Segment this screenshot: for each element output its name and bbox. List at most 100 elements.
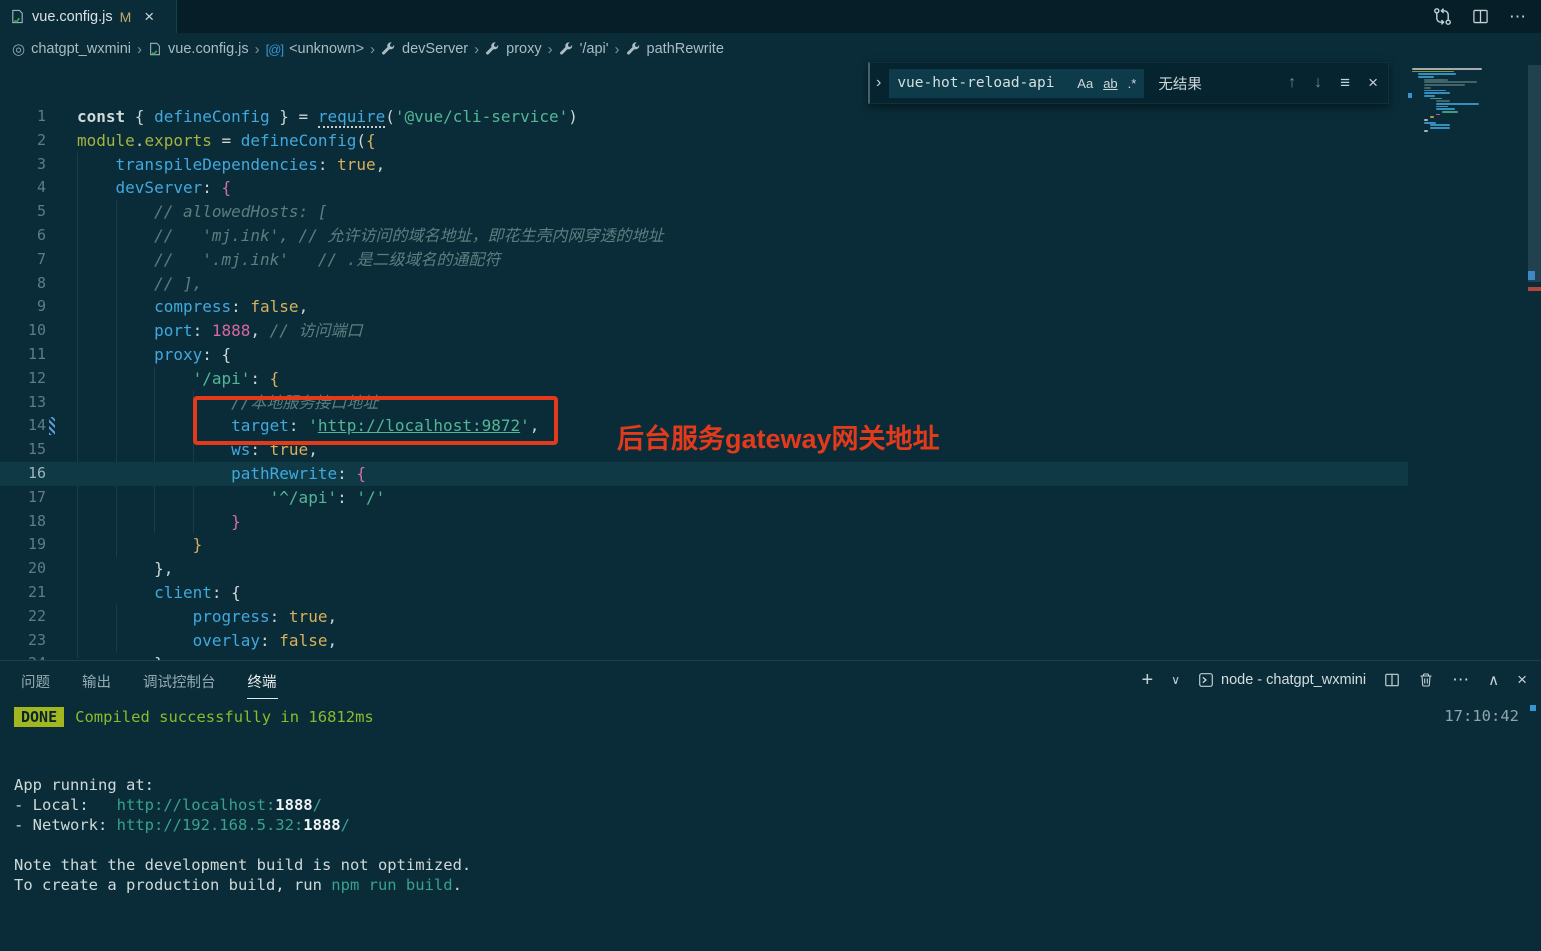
breadcrumb-label: vue.config.js — [168, 41, 249, 57]
close-tab-icon[interactable]: × — [144, 8, 154, 25]
tab-vue-config[interactable]: vue.config.js M × — [0, 0, 177, 33]
match-case-icon[interactable]: Aa — [1077, 76, 1093, 91]
code-line[interactable]: 8 // ], — [0, 272, 1541, 296]
find-input[interactable]: vue-hot-reload-api Aa ab .* — [889, 68, 1145, 98]
code-line[interactable]: 16 pathRewrite: { — [0, 461, 1541, 486]
code-line[interactable]: 19 } — [0, 533, 1541, 557]
minimap-line — [1436, 108, 1455, 111]
breadcrumb-item-unknown[interactable]: [@] <unknown> — [266, 41, 364, 57]
line-number: 3 — [36, 154, 46, 173]
line-number: 23 — [27, 630, 46, 649]
panel-tab-调试控制台[interactable]: 调试控制台 — [142, 661, 217, 699]
panel-tab-终端[interactable]: 终端 — [246, 661, 278, 699]
scrollbar-thumb[interactable] — [1528, 65, 1541, 282]
next-match-icon[interactable]: ↓ — [1314, 74, 1322, 92]
code-line[interactable]: 17 '^/api': '/' — [0, 486, 1541, 510]
minimap-modified-marker — [1408, 93, 1412, 98]
code-line[interactable]: 12 '/api': { — [0, 367, 1541, 391]
line-number: 14 — [27, 416, 46, 435]
code-text: pathRewrite: { — [231, 463, 366, 483]
find-query-text[interactable]: vue-hot-reload-api — [897, 75, 1067, 91]
previous-match-icon[interactable]: ↑ — [1288, 74, 1296, 92]
breadcrumb-item-vueconfigjs[interactable]: vue.config.js — [148, 41, 249, 57]
code-line[interactable]: 4 devServer: { — [0, 176, 1541, 200]
breadcrumb-label: proxy — [506, 41, 542, 57]
split-editor-icon[interactable] — [1472, 8, 1489, 25]
panel-tab-输出[interactable]: 输出 — [81, 661, 112, 699]
minimap-line — [1430, 116, 1434, 119]
breadcrumb-label: chatgpt_wxmini — [31, 41, 132, 57]
panel-actions: + ∨ node - chatgpt_wxmini ⋯ ∧ × — [1142, 669, 1527, 692]
terminal-dropdown-icon[interactable]: ∨ — [1171, 673, 1180, 687]
line-number: 2 — [36, 130, 46, 149]
find-in-selection-icon[interactable]: ≡ — [1340, 73, 1350, 93]
breadcrumb: ◎ chatgpt_wxmini › vue.config.js › [@] <unknow… — [0, 33, 1541, 65]
code-line[interactable]: 1 const { defineConfig } = require('@vue/… — [0, 105, 1541, 129]
more-actions-icon[interactable]: ⋯ — [1509, 7, 1527, 27]
line-number: 21 — [27, 582, 46, 601]
kill-terminal-icon[interactable] — [1418, 672, 1434, 688]
tab-bar: vue.config.js M × ⋯ — [0, 0, 1541, 33]
line-number: 16 — [27, 463, 46, 482]
code-line[interactable]: 5 // allowedHosts: [ — [0, 200, 1541, 224]
breadcrumb-item-devserver[interactable]: devServer — [381, 41, 468, 57]
code-line[interactable]: 23 overlay: false, — [0, 629, 1541, 653]
terminal-selector[interactable]: node - chatgpt_wxmini — [1198, 672, 1366, 688]
terminal-output[interactable]: DONE Compiled successfully in 16812ms 17… — [0, 699, 1541, 895]
code-line[interactable]: 10 port: 1888, // 访问端口 — [0, 319, 1541, 343]
whole-word-icon[interactable]: ab — [1103, 76, 1117, 91]
breadcrumb-item-pathrewrite[interactable]: pathRewrite — [626, 41, 724, 57]
maximize-panel-icon[interactable]: ∧ — [1488, 671, 1499, 689]
terminal-line: - Local: http://localhost:1888/ — [14, 796, 322, 814]
code-line[interactable]: 20 }, — [0, 557, 1541, 581]
code-line[interactable]: 22 progress: true, — [0, 605, 1541, 629]
code-line[interactable]: 24 } — [0, 652, 1541, 660]
breadcrumb-item-proxy[interactable]: proxy — [485, 41, 542, 57]
code-text: '^/api': '/' — [269, 487, 386, 507]
line-number: 15 — [27, 440, 46, 459]
code-line[interactable]: 2 module.exports = defineConfig({ — [0, 129, 1541, 153]
code-line[interactable]: 3 transpileDependencies: true, — [0, 153, 1541, 177]
build-status-row: DONE Compiled successfully in 16812ms — [14, 707, 1541, 727]
open-changes-icon[interactable] — [1433, 7, 1452, 26]
breadcrumb-item-chatgptwxmini[interactable]: ◎ chatgpt_wxmini — [12, 40, 131, 58]
minimap-line — [1436, 105, 1449, 108]
line-number: 19 — [27, 535, 46, 554]
split-terminal-icon[interactable] — [1384, 672, 1400, 688]
line-number: 18 — [27, 511, 46, 530]
terminal-timestamp: 17:10:42 — [1444, 707, 1519, 725]
code-text: overlay: false, — [192, 630, 338, 650]
toggle-replace-icon[interactable]: › — [876, 74, 881, 92]
code-line[interactable]: 7 // '.mj.ink' // .是二级域名的通配符 — [0, 248, 1541, 272]
breadcrumb-separator-icon: › — [547, 40, 553, 58]
new-terminal-icon[interactable]: + — [1142, 669, 1154, 692]
code-line[interactable]: 21 client: { — [0, 581, 1541, 605]
line-number: 11 — [27, 344, 46, 363]
code-line[interactable]: 18 } — [0, 510, 1541, 534]
code-line[interactable]: 11 proxy: { — [0, 343, 1541, 367]
compile-message: Compiled successfully in 16812ms — [75, 708, 374, 726]
terminal-line: - Network: http://192.168.5.32:1888/ — [14, 816, 350, 834]
panel-tab-问题[interactable]: 问题 — [20, 661, 51, 699]
editor-scrollbar[interactable] — [1528, 65, 1541, 660]
minimap-line — [1424, 89, 1446, 92]
find-result-count: 无结果 — [1158, 76, 1202, 93]
minimap[interactable] — [1408, 65, 1508, 133]
code-editor[interactable]: 1 const { defineConfig } = require('@vue/… — [0, 65, 1541, 660]
wrench-icon — [381, 41, 396, 57]
vscode-window: vue.config.js M × ⋯ ◎ chatgpt_wxmini › vue.… — [0, 0, 1541, 951]
close-panel-icon[interactable]: × — [1517, 670, 1527, 690]
line-number: 9 — [36, 297, 46, 316]
regex-icon[interactable]: .* — [1128, 76, 1137, 91]
bottom-panel: 问题 输出 调试控制台 终端 + ∨ node - chatgpt_wxmini ⋯ … — [0, 660, 1541, 951]
breadcrumb-separator-icon: › — [370, 40, 376, 58]
breadcrumb-item-api[interactable]: '/api' — [559, 41, 609, 57]
code-line[interactable]: 9 compress: false, — [0, 295, 1541, 319]
panel-more-icon[interactable]: ⋯ — [1452, 670, 1470, 690]
file-check-icon — [10, 9, 25, 24]
line-number: 6 — [36, 225, 46, 244]
reference-icon: [@] — [265, 41, 284, 57]
close-find-icon[interactable]: × — [1368, 73, 1378, 93]
code-line[interactable]: 6 // 'mj.ink', // 允许访问的域名地址，即花生壳内网穿透的地址 — [0, 224, 1541, 248]
panel-header: 问题 输出 调试控制台 终端 + ∨ node - chatgpt_wxmini ⋯ … — [0, 661, 1541, 699]
